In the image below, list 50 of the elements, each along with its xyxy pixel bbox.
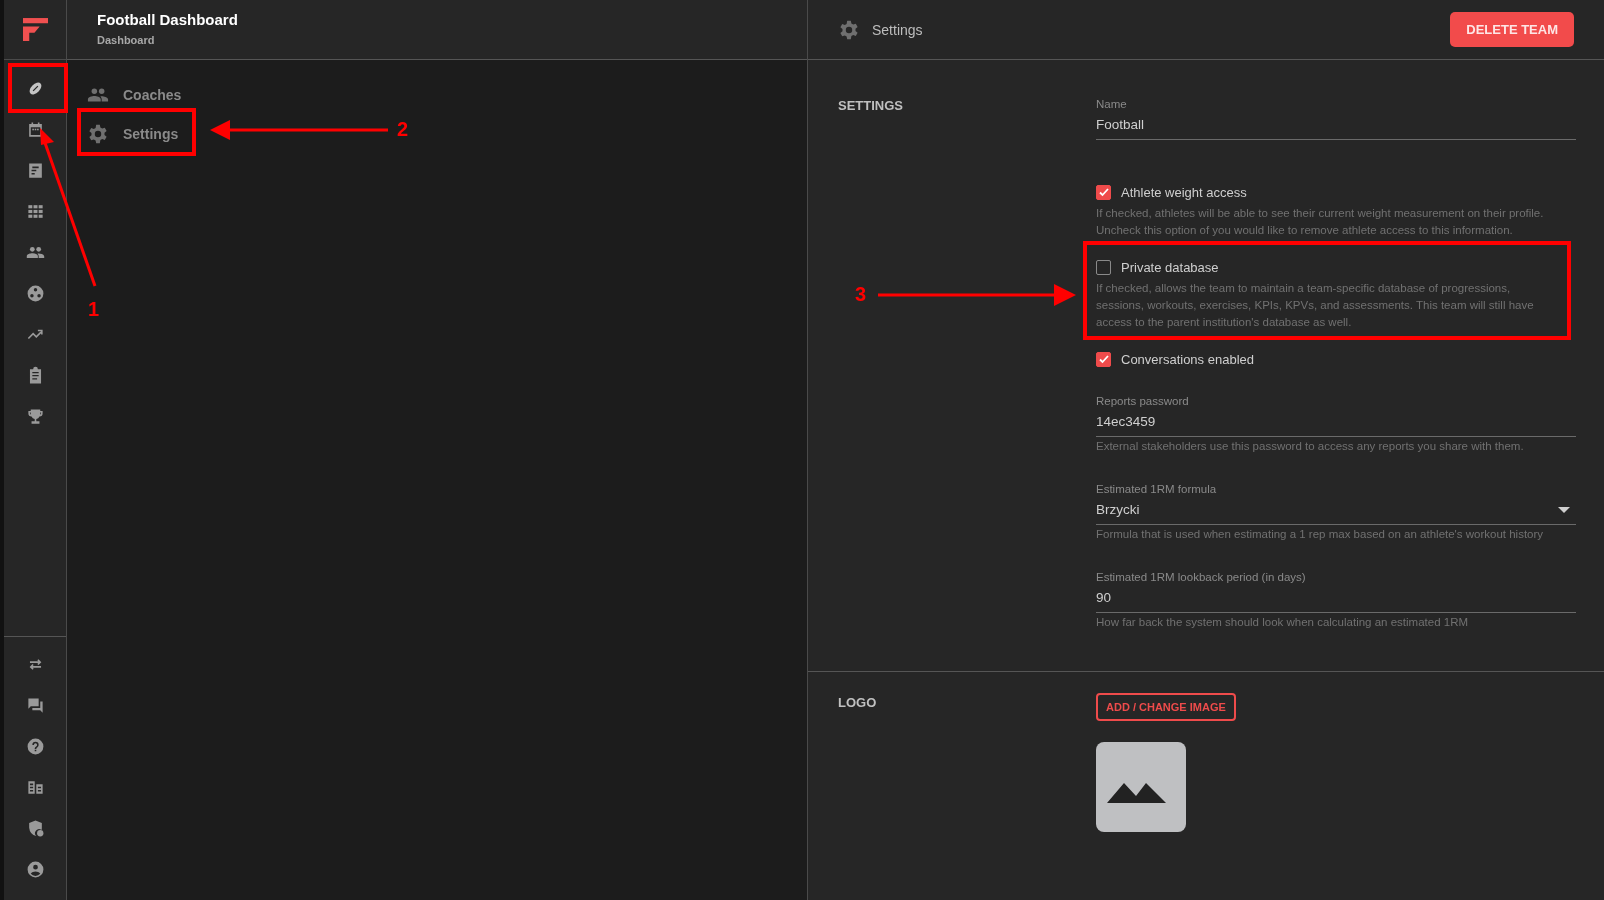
checkbox[interactable]	[1096, 184, 1111, 200]
field-label: Reports password	[1096, 395, 1190, 407]
field-value: 90	[1096, 590, 1112, 605]
annotation-number: 1	[88, 298, 100, 321]
logo-icon[interactable]	[22, 18, 48, 41]
nav-label: Coaches	[123, 86, 182, 103]
field-help-text: External stakeholders use this password to access any reports you share with them.	[1096, 439, 1525, 454]
chat-icon[interactable]	[25, 696, 45, 715]
book-icon[interactable]	[25, 778, 45, 797]
field-value: 14ec3459	[1096, 414, 1156, 429]
section-heading: SETTINGS	[838, 97, 904, 113]
field-value: Brzycki	[1096, 502, 1140, 517]
trophy-icon[interactable]	[25, 407, 45, 426]
field-help-text: Formula that is used when estimating a 1 rep max based on an athlete's workout history	[1096, 527, 1545, 542]
field-label: Estimated 1RM formula	[1096, 483, 1218, 495]
help-icon[interactable]	[25, 737, 45, 756]
field-value: Football	[1096, 117, 1145, 132]
checkmark-icon	[1097, 186, 1110, 198]
checkbox[interactable]	[1096, 259, 1111, 275]
checkmark-icon	[1097, 353, 1110, 365]
select-field[interactable]: Brzycki	[1096, 495, 1576, 525]
nav-item[interactable]: Settings	[87, 117, 181, 150]
checkbox[interactable]	[1096, 351, 1111, 367]
field-help-text: How far back the system should look when calculating an estimated 1RM	[1096, 615, 1469, 630]
page-title: Football Dashboard	[97, 11, 239, 28]
checkbox-help-text: If checked, allows the team to maintain a team-specific database of progressions, sessions, workouts, exercises, KPIs, KPVs, and assessments. This team will still have access to the parent institution's database as well.	[1096, 281, 1535, 330]
nav-label: Settings	[123, 125, 179, 142]
panel-title: Settings	[872, 21, 924, 38]
account-icon[interactable]	[25, 860, 45, 879]
text-field[interactable]: Football	[1096, 110, 1576, 140]
section-heading: LOGO	[838, 694, 878, 710]
annotation-number: 2	[397, 118, 409, 141]
checkbox-help-text: If checked, athletes will be able to see their current weight measurement on their profile. Uncheck this option of you would like to remove athlete access to this information.	[1096, 206, 1545, 238]
checkbox-label: Conversations enabled	[1121, 351, 1254, 367]
annotation-number: 3	[855, 283, 867, 306]
field-label: Name	[1096, 98, 1128, 110]
image-placeholder-icon	[1096, 742, 1186, 832]
add-image-button[interactable]: ADD / CHANGE IMAGE	[1096, 693, 1236, 721]
field-label: Estimated 1RM lookback period (in days)	[1096, 571, 1307, 583]
dropdown-caret-icon	[1558, 506, 1570, 513]
breadcrumb[interactable]: Dashboard	[97, 34, 155, 46]
text-field[interactable]: 14ec3459	[1096, 407, 1576, 437]
grid-icon[interactable]	[25, 202, 45, 221]
nav-item[interactable]: Coaches	[87, 78, 184, 111]
checkbox-label: Athlete weight access	[1121, 184, 1247, 200]
highlight-box	[8, 63, 68, 113]
text-field[interactable]: 90	[1096, 583, 1576, 613]
checkbox-label: Private database	[1121, 259, 1219, 275]
settings-icon	[838, 18, 860, 41]
settings-icon	[87, 122, 109, 145]
